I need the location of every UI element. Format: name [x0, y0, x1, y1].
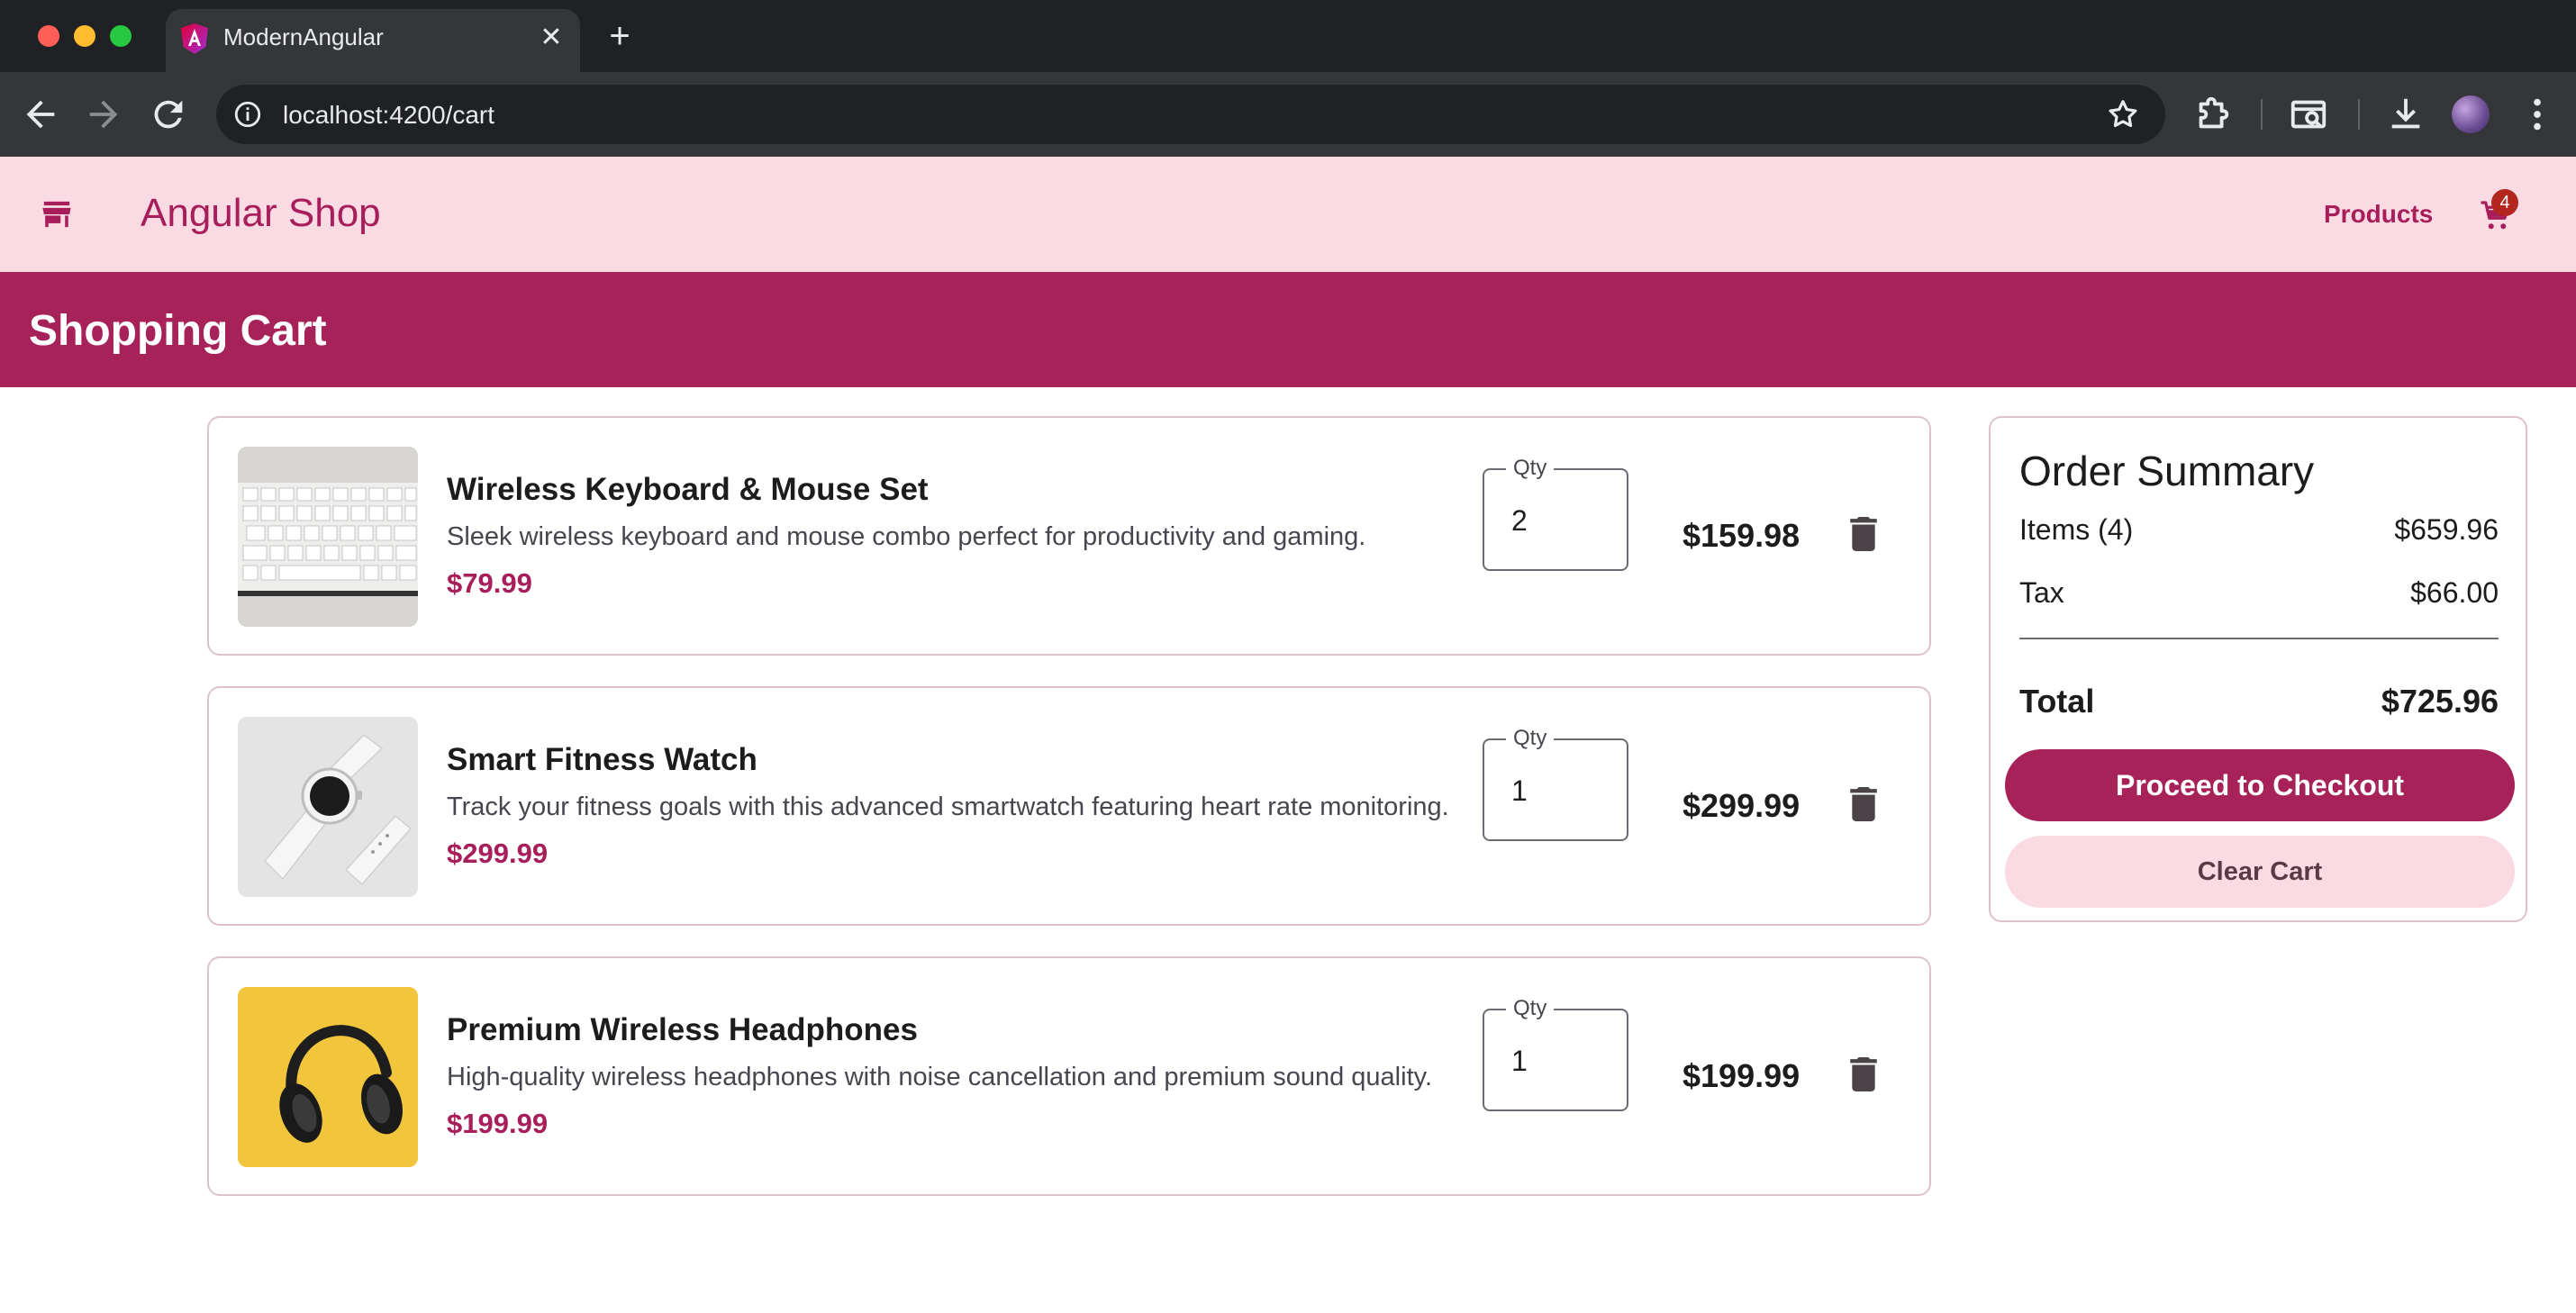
headphones-product-image — [238, 987, 418, 1167]
proceed-to-checkout-button[interactable]: Proceed to Checkout — [2005, 749, 2515, 821]
forward-arrow-icon[interactable] — [83, 94, 124, 135]
profile-avatar[interactable] — [2452, 95, 2490, 133]
browser-toolbar: localhost:4200/cart — [0, 72, 2576, 157]
quantity-field[interactable]: Qty 1 — [1483, 996, 1628, 1111]
summary-items-row: Items (4) $659.96 — [2019, 513, 2499, 547]
product-name: Smart Fitness Watch — [447, 742, 757, 777]
summary-total-row: Total $725.96 — [2019, 683, 2499, 720]
window-zoom-button[interactable] — [110, 25, 132, 47]
window-minimize-button[interactable] — [74, 25, 95, 47]
summary-tax-label: Tax — [2019, 576, 2064, 609]
product-unit-price: $79.99 — [447, 567, 532, 599]
product-name: Wireless Keyboard & Mouse Set — [447, 472, 929, 507]
window-close-button[interactable] — [38, 25, 59, 47]
url-text[interactable]: localhost:4200/cart — [283, 101, 494, 130]
app-title[interactable]: Angular Shop — [141, 191, 381, 236]
new-tab-button[interactable]: + — [600, 18, 639, 58]
more-menu-icon[interactable] — [2517, 94, 2558, 135]
order-summary-card: Order Summary Items (4) $659.96 Tax $66.… — [1989, 416, 2527, 922]
order-summary-title: Order Summary — [2019, 448, 2315, 494]
search-tab-icon[interactable] — [2288, 94, 2329, 135]
cart-item: Smart Fitness Watch Track your fitness g… — [207, 686, 1931, 926]
angular-logo-icon — [181, 23, 208, 54]
quantity-input[interactable]: 1 — [1511, 1045, 1528, 1078]
line-total: $159.98 — [1683, 517, 1800, 554]
back-arrow-icon[interactable] — [20, 94, 61, 135]
tab-close-icon[interactable]: ✕ — [535, 22, 567, 54]
summary-total-label: Total — [2019, 683, 2095, 720]
product-description: High-quality wireless headphones with no… — [447, 1063, 1433, 1091]
clear-cart-button[interactable]: Clear Cart — [2005, 836, 2515, 908]
delete-trash-icon[interactable] — [1850, 787, 1877, 821]
cart-item: Premium Wireless Headphones High-quality… — [207, 956, 1931, 1196]
page-title: Shopping Cart — [29, 307, 327, 355]
summary-total-value: $725.96 — [2381, 683, 2499, 720]
cart-item: Wireless Keyboard & Mouse Set Sleek wire… — [207, 416, 1931, 656]
quantity-field[interactable]: Qty 2 — [1483, 456, 1628, 571]
bookmark-star-icon[interactable] — [2106, 97, 2140, 131]
summary-items-label: Items (4) — [2019, 513, 2134, 546]
download-icon[interactable] — [2385, 94, 2426, 135]
toolbar-separator — [2358, 99, 2360, 130]
page-banner: Shopping Cart — [0, 272, 2576, 387]
cart-count-badge: 4 — [2491, 189, 2518, 216]
delete-trash-icon[interactable] — [1850, 1057, 1877, 1091]
quantity-label: Qty — [1506, 456, 1555, 481]
summary-tax-row: Tax $66.00 — [2019, 576, 2499, 610]
toolbar-separator — [2261, 99, 2263, 130]
product-unit-price: $299.99 — [447, 838, 549, 869]
product-unit-price: $199.99 — [447, 1108, 549, 1139]
product-description: Track your fitness goals with this advan… — [447, 792, 1449, 821]
line-total: $199.99 — [1683, 1057, 1800, 1094]
quantity-label: Qty — [1506, 996, 1555, 1021]
line-total: $299.99 — [1683, 787, 1800, 824]
reload-icon[interactable] — [148, 94, 189, 135]
browser-tab-bar: ModernAngular ✕ + — [0, 0, 2576, 72]
tab-title: ModernAngular — [223, 23, 384, 50]
browser-tab-active[interactable]: ModernAngular ✕ — [166, 9, 580, 72]
smartwatch-product-image — [238, 717, 418, 897]
quantity-label: Qty — [1506, 726, 1555, 751]
nav-products-link[interactable]: Products — [2324, 200, 2433, 229]
address-bar[interactable]: localhost:4200/cart — [216, 85, 2165, 144]
store-icon[interactable] — [41, 200, 72, 229]
delete-trash-icon[interactable] — [1850, 517, 1877, 551]
summary-items-value: $659.96 — [2394, 513, 2499, 546]
product-name: Premium Wireless Headphones — [447, 1012, 918, 1047]
summary-tax-value: $66.00 — [2410, 576, 2499, 609]
product-description: Sleek wireless keyboard and mouse combo … — [447, 522, 1366, 551]
site-info-icon[interactable] — [232, 99, 263, 130]
summary-divider — [2019, 638, 2499, 639]
quantity-input[interactable]: 2 — [1511, 504, 1528, 538]
quantity-field[interactable]: Qty 1 — [1483, 726, 1628, 841]
app-header: Angular Shop Products 4 — [0, 157, 2576, 272]
extensions-puzzle-icon[interactable] — [2192, 94, 2234, 135]
quantity-input[interactable]: 1 — [1511, 774, 1528, 808]
keyboard-product-image — [238, 447, 418, 627]
